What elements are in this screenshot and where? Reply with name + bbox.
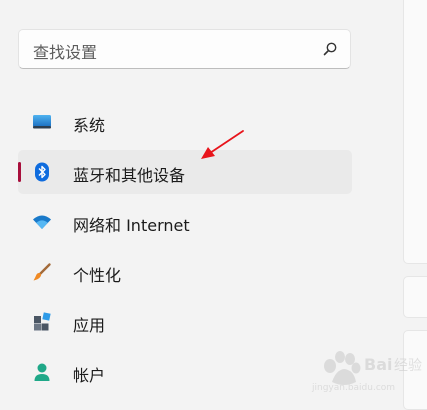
svg-text:经验: 经验 [394, 358, 422, 374]
sidebar-item-system[interactable]: 系统 [18, 100, 352, 144]
sidebar-item-network[interactable]: 网络和 Internet [18, 200, 352, 244]
sidebar-item-label: 应用 [73, 316, 106, 335]
selection-indicator [18, 162, 21, 182]
svg-text:Bai: Bai [364, 355, 392, 374]
search-icon[interactable] [322, 41, 338, 57]
content-card [403, 0, 427, 264]
sidebar-item-label: 个性化 [73, 266, 122, 285]
sidebar-item-apps[interactable]: 应用 [18, 300, 352, 344]
monitor-icon [33, 115, 51, 129]
search-box[interactable]: 查找设置 [18, 29, 351, 69]
annotation-arrow-icon [201, 130, 244, 159]
sidebar-item-accounts[interactable]: 帐户 [18, 350, 352, 394]
sidebar-item-label: 网络和 Internet [73, 216, 190, 235]
sidebar-item-label: 蓝牙和其他设备 [73, 166, 186, 185]
sidebar-item-bluetooth[interactable]: 蓝牙和其他设备 [18, 150, 352, 194]
content-card [403, 276, 427, 318]
brush-icon [33, 263, 51, 281]
search-placeholder: 查找设置 [33, 43, 98, 62]
baidu-watermark-icon: Bai 经验 jingyan.baidu.com [311, 351, 422, 392]
sidebar-item-personalization[interactable]: 个性化 [18, 250, 352, 294]
sidebar-item-label: 帐户 [73, 366, 106, 385]
sidebar-item-label: 系统 [73, 116, 106, 135]
svg-text:jingyan.baidu.com: jingyan.baidu.com [311, 383, 395, 392]
bluetooth-icon [35, 162, 49, 182]
apps-icon [34, 312, 51, 331]
account-icon [34, 363, 50, 381]
wifi-icon [33, 215, 51, 229]
